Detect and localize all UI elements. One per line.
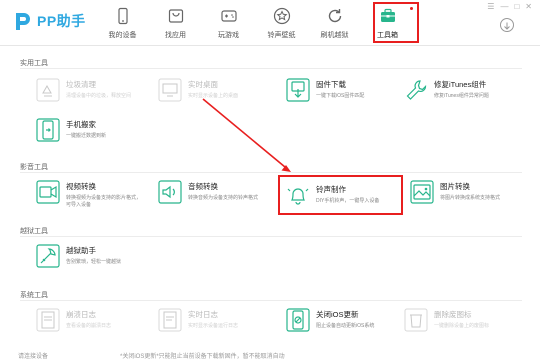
tool-video-convert[interactable]: 视频转换 转换视频为设备支持的影片格式， 可导入设备: [36, 180, 141, 209]
nav-label: 刷机越狱: [320, 32, 349, 39]
section-title-media: 影音工具: [20, 164, 48, 171]
nav-flash-jailbreak[interactable]: 刷机越狱: [308, 0, 361, 46]
tool-name: 关闭iOS更新: [316, 310, 359, 319]
section-title-practical: 实用工具: [20, 60, 48, 67]
tool-desc: 实时显示设备运行日志: [188, 323, 239, 329]
maximize-icon[interactable]: □: [514, 3, 519, 11]
app-title: PP助手: [37, 13, 86, 29]
section-divider: [20, 68, 522, 69]
tool-name: 实时桌面: [188, 80, 218, 89]
video-icon: [36, 180, 60, 204]
ringtone-highlight-box: [278, 175, 403, 215]
realtime-log-icon: [158, 308, 182, 332]
nav-play-games[interactable]: 玩游戏: [202, 0, 255, 46]
tool-desc: 将图片转换成系统支持格式: [440, 195, 501, 201]
tool-delete-useless-icon[interactable]: 删除废图标 一键删除设备上的废图标: [404, 308, 489, 332]
nav-label: 铃声壁纸: [267, 32, 296, 39]
jailbreak-icon: [36, 244, 60, 268]
star-icon: [273, 7, 290, 25]
footer-status: 请连接设备: [18, 354, 49, 360]
section-title-system: 系统工具: [20, 292, 48, 299]
tool-name: 固件下载: [316, 80, 346, 89]
tool-desc: 实时显示设备上的桌面: [188, 93, 239, 99]
download-button[interactable]: [500, 18, 514, 32]
firmware-download-icon: [286, 78, 310, 102]
image-icon: [410, 180, 434, 204]
app-logo[interactable]: PP助手: [12, 10, 86, 32]
tool-desc: 一键搬迁数据到新: [66, 133, 107, 139]
tool-desc: 查看设备的崩溃日志: [66, 323, 112, 329]
bag-icon: [168, 9, 183, 23]
tool-close-ios-update[interactable]: 关闭iOS更新 阻止设备自动更新iOS系统: [286, 308, 374, 332]
footer-note: *关闭iOS更新*只能阻止当前设备下载新固件，暂不能取消自动: [120, 354, 285, 360]
tool-name: 手机搬家: [66, 120, 96, 129]
tool-desc: 告别繁琐，轻松一键越狱: [66, 259, 122, 265]
nav-label: 我的设备: [108, 32, 137, 39]
nav-find-apps[interactable]: 找应用: [149, 0, 202, 46]
section-divider: [20, 172, 522, 173]
section-title-jailbreak: 越狱工具: [20, 228, 48, 235]
tool-fix-itunes[interactable]: 修复iTunes组件 修复iTunes组件异常问题: [404, 78, 489, 102]
tool-phone-move[interactable]: 手机搬家 一键搬迁数据到新: [36, 118, 106, 142]
window-controls: ☰ — □ ✕: [487, 3, 532, 11]
main-nav: 我的设备 找应用 玩游戏 铃声壁纸 刷机越狱 工具箱: [96, 0, 414, 46]
tool-live-desktop[interactable]: 实时桌面 实时显示设备上的桌面: [158, 78, 238, 102]
tool-name: 实时日志: [188, 310, 218, 319]
minimize-icon[interactable]: —: [500, 3, 508, 11]
log-icon: [36, 308, 60, 332]
nav-label: 玩游戏: [218, 32, 239, 39]
tool-desc: 一键删除设备上的废图标: [434, 323, 490, 329]
refresh-icon: [328, 9, 341, 23]
top-bar: PP助手 我的设备 找应用 玩游戏 铃声壁纸 刷机越狱 工具箱 ☰ — □ ✕: [0, 0, 540, 46]
audio-icon: [158, 180, 182, 204]
trash-icon: [404, 308, 428, 332]
tool-realtime-log[interactable]: 实时日志 实时显示设备运行日志: [158, 308, 238, 332]
tool-jailbreak-helper[interactable]: 越狱助手 告别繁琐，轻松一键越狱: [36, 244, 121, 268]
tool-desc: 转换音频为设备支持的铃声格式: [188, 195, 259, 201]
tool-desc: 一键下载iOS固件匹配: [316, 93, 365, 99]
gamepad-icon: [220, 10, 237, 22]
phone-transfer-icon: [36, 118, 60, 142]
tool-firmware-download[interactable]: 固件下载 一键下载iOS固件匹配: [286, 78, 364, 102]
phone-icon: [117, 7, 128, 25]
tool-audio-convert[interactable]: 音频转换 转换音频为设备支持的铃声格式: [158, 180, 258, 204]
tool-name: 崩溃日志: [66, 310, 96, 319]
tool-crash-log[interactable]: 崩溃日志 查看设备的崩溃日志: [36, 308, 111, 332]
nav-label: 找应用: [165, 32, 186, 39]
menu-icon[interactable]: ☰: [487, 3, 494, 11]
tool-name: 删除废图标: [434, 310, 472, 319]
tool-name: 图片转换: [440, 182, 470, 191]
tool-name: 垃圾清理: [66, 80, 96, 89]
broom-icon: [36, 78, 60, 102]
tool-name: 视频转换: [66, 182, 96, 191]
tool-junk-clean[interactable]: 垃圾清理 清理设备中的垃圾，释放空间: [36, 78, 131, 102]
close-icon[interactable]: ✕: [525, 3, 532, 11]
nav-ringtone-wallpaper[interactable]: 铃声壁纸: [255, 0, 308, 46]
nav-my-device[interactable]: 我的设备: [96, 0, 149, 46]
tool-name: 越狱助手: [66, 246, 96, 255]
section-divider: [20, 236, 522, 237]
tool-desc: 阻止设备自动更新iOS系统: [316, 323, 375, 329]
tool-desc: 清理设备中的垃圾，释放空间: [66, 93, 132, 99]
no-update-icon: [286, 308, 310, 332]
pp-logo-icon: [12, 10, 34, 32]
tool-name: 修复iTunes组件: [434, 80, 487, 89]
tool-name: 音频转换: [188, 182, 218, 191]
wrench-icon: [404, 78, 428, 102]
tool-desc: 修复iTunes组件异常问题: [434, 93, 489, 99]
tool-image-convert[interactable]: 图片转换 将图片转换成系统支持格式: [410, 180, 500, 204]
tool-desc: 转换视频为设备支持的影片格式， 可导入设备: [66, 195, 142, 208]
monitor-icon: [158, 78, 182, 102]
section-divider: [20, 300, 522, 301]
footer-bar: 请连接设备 *关闭iOS更新*只能阻止当前设备下载新固件，暂不能取消自动: [0, 350, 540, 360]
download-icon: [504, 22, 510, 30]
notification-dot: [410, 7, 413, 10]
